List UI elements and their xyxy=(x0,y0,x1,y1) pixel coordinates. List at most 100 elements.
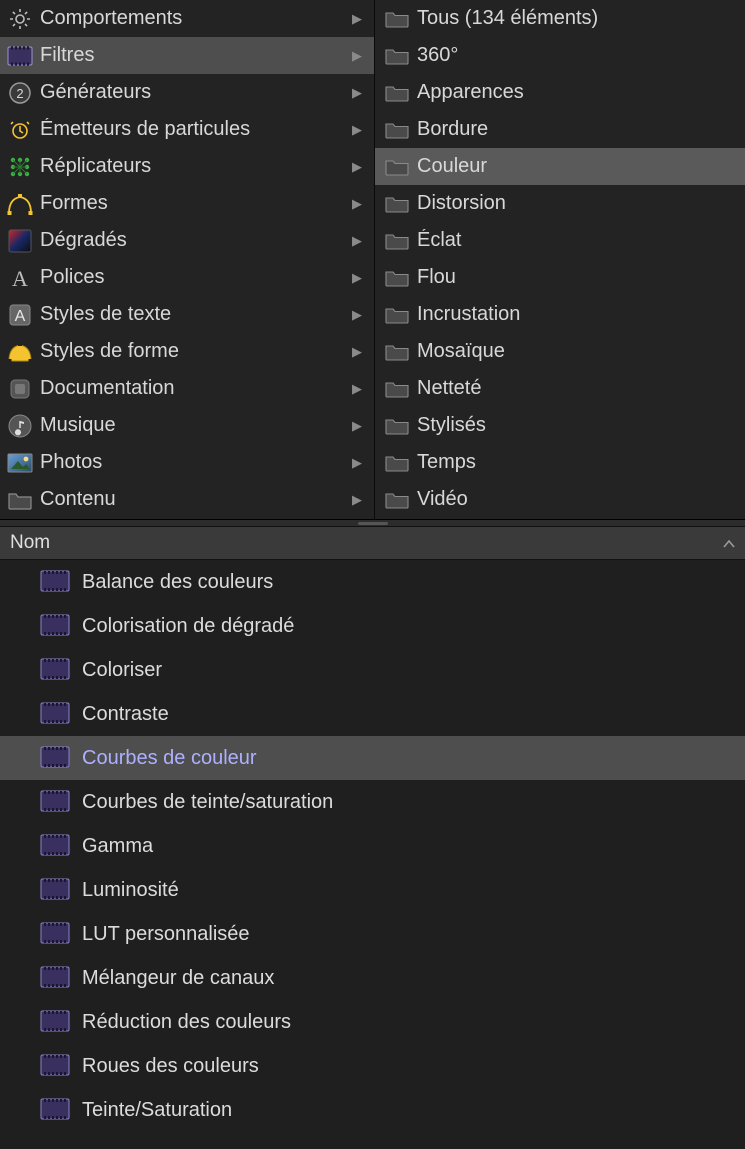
subcategory-flou[interactable]: Flou xyxy=(375,259,745,296)
filter-item-icon xyxy=(40,1010,70,1034)
folder-icon xyxy=(385,343,409,361)
list-item[interactable]: Contraste xyxy=(0,692,745,736)
generator-icon: 2 xyxy=(6,79,34,107)
subcategory-label: Apparences xyxy=(417,81,745,104)
chevron-right-icon: ▶ xyxy=(348,455,366,471)
filter-item-icon xyxy=(40,922,70,946)
list-item[interactable]: Roues des couleurs xyxy=(0,1044,745,1088)
list-item[interactable]: Balance des couleurs xyxy=(0,560,745,604)
list-item-label: Teinte/Saturation xyxy=(82,1099,232,1122)
list-item[interactable]: Luminosité xyxy=(0,868,745,912)
list-item[interactable]: Mélangeur de canaux xyxy=(0,956,745,1000)
filter-item-icon xyxy=(40,790,70,814)
chevron-right-icon: ▶ xyxy=(348,48,366,64)
list-item-label: Luminosité xyxy=(82,879,179,902)
list-item-label: Roues des couleurs xyxy=(82,1055,259,1078)
list-item-label: Mélangeur de canaux xyxy=(82,967,274,990)
list-item[interactable]: Teinte/Saturation xyxy=(0,1088,745,1132)
chevron-right-icon: ▶ xyxy=(348,418,366,434)
list-item[interactable]: Courbes de couleur xyxy=(0,736,745,780)
chevron-right-icon: ▶ xyxy=(348,122,366,138)
filter-item-icon xyxy=(40,1054,70,1078)
list-item-label: Contraste xyxy=(82,703,169,726)
library-browser: Comportements ▶ Filtres ▶ 2 Générateurs … xyxy=(0,0,745,520)
list-item-label: Coloriser xyxy=(82,659,162,682)
category-label: Documentation xyxy=(40,377,348,400)
subcategory-mosaique[interactable]: Mosaïque xyxy=(375,333,745,370)
sort-indicator-icon xyxy=(723,536,735,551)
category-formes[interactable]: Formes ▶ xyxy=(0,185,374,222)
folder-icon xyxy=(385,269,409,287)
list-item[interactable]: Colorisation de dégradé xyxy=(0,604,745,648)
filter-item-icon xyxy=(40,658,70,682)
subcategory-couleur[interactable]: Couleur xyxy=(375,148,745,185)
pane-splitter[interactable] xyxy=(0,520,745,526)
replicator-icon xyxy=(6,153,34,181)
category-polices[interactable]: A Polices ▶ xyxy=(0,259,374,296)
svg-text:2: 2 xyxy=(16,86,23,101)
subcategory-nettete[interactable]: Netteté xyxy=(375,370,745,407)
list-item-label: Réduction des couleurs xyxy=(82,1011,291,1034)
category-degrades[interactable]: Dégradés ▶ xyxy=(0,222,374,259)
subcategory-tous[interactable]: Tous (134 éléments) xyxy=(375,0,745,37)
chevron-right-icon: ▶ xyxy=(348,270,366,286)
subcategory-stylises[interactable]: Stylisés xyxy=(375,407,745,444)
category-styles-forme[interactable]: Styles de forme ▶ xyxy=(0,333,374,370)
font-icon: A xyxy=(6,264,34,292)
category-label: Émetteurs de particules xyxy=(40,118,348,141)
list-item-label: Gamma xyxy=(82,835,153,858)
shapestyle-icon xyxy=(6,338,34,366)
subcategory-distorsion[interactable]: Distorsion xyxy=(375,185,745,222)
chevron-right-icon: ▶ xyxy=(348,196,366,212)
folder-icon xyxy=(385,84,409,102)
category-emetteurs[interactable]: Émetteurs de particules ▶ xyxy=(0,111,374,148)
filter-item-icon xyxy=(40,614,70,638)
filter-item-icon xyxy=(40,570,70,594)
category-contenu[interactable]: Contenu ▶ xyxy=(0,481,374,518)
filmstrip-icon xyxy=(6,42,34,70)
category-label: Contenu xyxy=(40,488,348,511)
music-icon xyxy=(6,412,34,440)
chevron-right-icon: ▶ xyxy=(348,344,366,360)
list-item[interactable]: Coloriser xyxy=(0,648,745,692)
list-item[interactable]: Gamma xyxy=(0,824,745,868)
subcategory-bordure[interactable]: Bordure xyxy=(375,111,745,148)
category-generateurs[interactable]: 2 Générateurs ▶ xyxy=(0,74,374,111)
subcategory-label: Temps xyxy=(417,451,745,474)
category-musique[interactable]: Musique ▶ xyxy=(0,407,374,444)
list-header[interactable]: Nom xyxy=(0,526,745,560)
category-filtres[interactable]: Filtres ▶ xyxy=(0,37,374,74)
category-replicateurs[interactable]: Réplicateurs ▶ xyxy=(0,148,374,185)
category-label: Musique xyxy=(40,414,348,437)
folder-icon xyxy=(385,454,409,472)
subcategory-temps[interactable]: Temps xyxy=(375,444,745,481)
list-item-label: Courbes de teinte/saturation xyxy=(82,791,333,814)
textstyle-icon: A xyxy=(6,301,34,329)
folder-icon xyxy=(385,306,409,324)
category-styles-texte[interactable]: A Styles de texte ▶ xyxy=(0,296,374,333)
doc-icon xyxy=(6,375,34,403)
category-comportements[interactable]: Comportements ▶ xyxy=(0,0,374,37)
chevron-right-icon: ▶ xyxy=(348,381,366,397)
list-item[interactable]: Réduction des couleurs xyxy=(0,1000,745,1044)
gear-icon xyxy=(6,5,34,33)
list-item-label: Colorisation de dégradé xyxy=(82,615,294,638)
filter-list: Balance des couleurs Colorisation de dég… xyxy=(0,560,745,1132)
subcategory-eclat[interactable]: Éclat xyxy=(375,222,745,259)
subcategory-label: Netteté xyxy=(417,377,745,400)
folder-icon xyxy=(385,417,409,435)
photos-icon xyxy=(6,449,34,477)
subcategory-360[interactable]: 360° xyxy=(375,37,745,74)
list-item[interactable]: Courbes de teinte/saturation xyxy=(0,780,745,824)
subcategory-incrustation[interactable]: Incrustation xyxy=(375,296,745,333)
folder-icon xyxy=(385,10,409,28)
category-documentation[interactable]: Documentation ▶ xyxy=(0,370,374,407)
subcategory-video[interactable]: Vidéo xyxy=(375,481,745,518)
category-photos[interactable]: Photos ▶ xyxy=(0,444,374,481)
subcategory-label: Bordure xyxy=(417,118,745,141)
folder-icon xyxy=(385,491,409,509)
list-item[interactable]: LUT personnalisée xyxy=(0,912,745,956)
subcategory-label: Flou xyxy=(417,266,745,289)
list-item-label: LUT personnalisée xyxy=(82,923,250,946)
subcategory-apparences[interactable]: Apparences xyxy=(375,74,745,111)
